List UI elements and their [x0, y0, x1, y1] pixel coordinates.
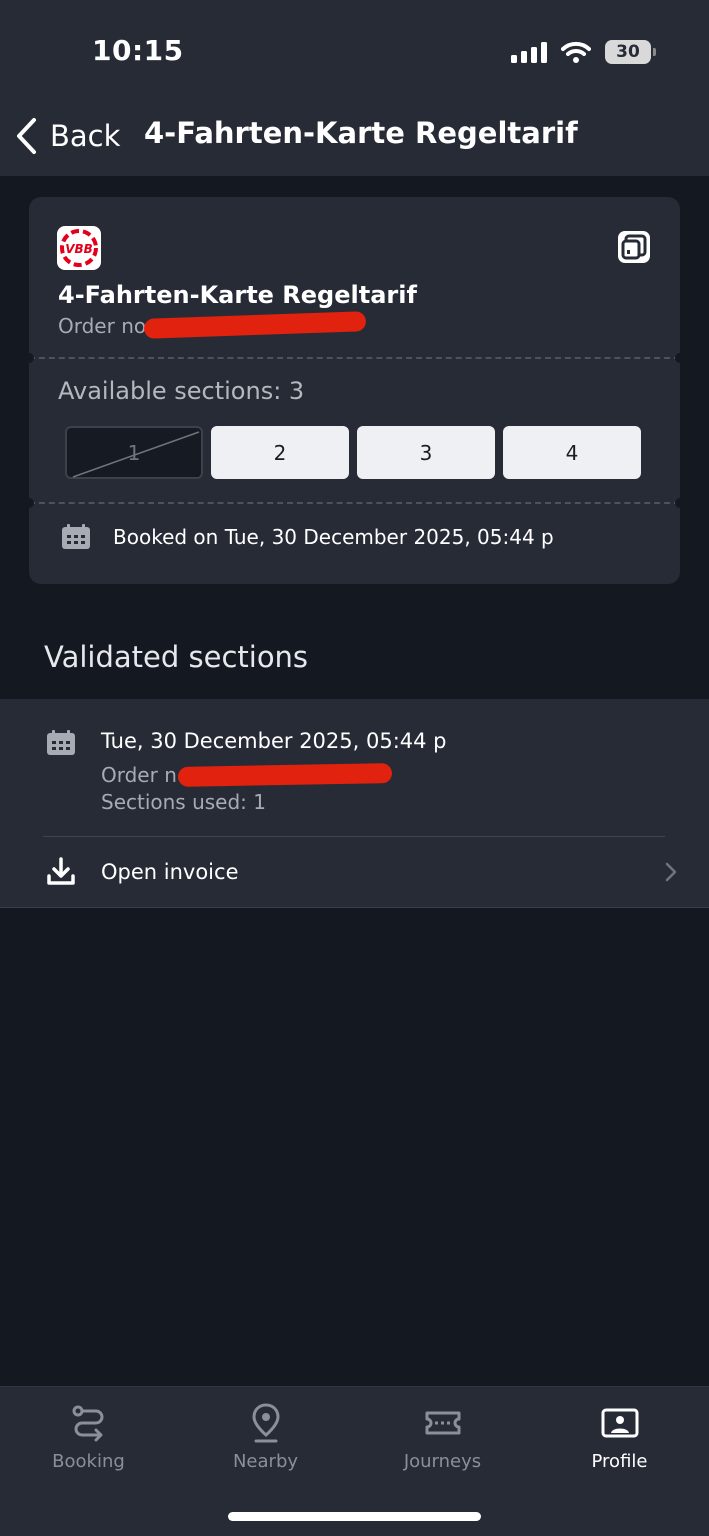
section-box: 1: [65, 426, 203, 479]
tab-label: Booking: [52, 1451, 125, 1472]
available-sections-label: Available sections: 3: [58, 377, 305, 405]
wifi-icon: [561, 41, 591, 63]
dashed-divider: [29, 357, 680, 359]
booked-on-row: Booked on Tue, 30 December 2025, 05:44 p: [61, 524, 554, 550]
back-button[interactable]: Back: [14, 112, 120, 160]
section-number: 2: [273, 440, 287, 465]
tab-label: Journeys: [403, 1451, 482, 1472]
chevron-right-icon: [665, 862, 677, 882]
section-box: 3: [357, 426, 495, 479]
tab-journeys[interactable]: Journeys: [354, 1387, 531, 1487]
tab-label: Profile: [591, 1451, 648, 1472]
page-title: 4-Fahrten-Karte Regeltarif: [144, 116, 578, 150]
status-icons: 30: [511, 38, 656, 66]
profile-card-icon: [601, 1408, 638, 1438]
section-number: 3: [419, 440, 433, 465]
tab-profile[interactable]: Profile: [531, 1387, 708, 1487]
tab-booking[interactable]: Booking: [0, 1387, 177, 1487]
header: 10:15 30 Back 4-Fahrten-Karte Regeltarif: [0, 0, 709, 176]
tab-nearby[interactable]: Nearby: [177, 1387, 354, 1487]
cellular-signal-icon: [511, 41, 547, 63]
order-number: Order no: [58, 314, 147, 338]
redaction-mark: [177, 763, 393, 787]
ticket-icon: [425, 1411, 460, 1435]
vbb-logo: VBB: [57, 226, 101, 270]
route-icon: [72, 1405, 103, 1442]
dashed-divider: [29, 502, 680, 504]
battery-icon: 30: [605, 40, 656, 64]
download-icon: [47, 857, 75, 885]
tab-label: Nearby: [232, 1451, 299, 1472]
status-time: 10:15: [92, 34, 184, 67]
validation-order-number: Order n: [101, 763, 177, 787]
open-invoice-button[interactable]: Open invoice: [0, 837, 709, 907]
section-heading: Validated sections: [44, 640, 309, 674]
validation-date: Tue, 30 December 2025, 05:44 p: [101, 729, 447, 753]
location-pin-icon: [251, 1403, 280, 1443]
booked-on-text: Booked on Tue, 30 December 2025, 05:44 p: [113, 525, 554, 549]
open-invoice-label: Open invoice: [101, 860, 239, 884]
ticket-title: 4-Fahrten-Karte Regeltarif: [58, 281, 417, 309]
section-box: 4: [503, 426, 641, 479]
calendar-icon: [62, 524, 90, 549]
ticket-card: VBB 4-Fahrten-Karte Regeltarif Order no …: [24, 197, 685, 584]
sections-used: Sections used: 1: [101, 790, 266, 814]
redaction-mark: [143, 311, 367, 339]
copy-icon[interactable]: [616, 229, 652, 265]
back-label: Back: [50, 119, 121, 153]
section-number: 4: [565, 440, 579, 465]
calendar-icon: [47, 730, 75, 755]
section-box: 2: [211, 426, 349, 479]
section-strip: 1 2 3 4: [65, 426, 641, 479]
chevron-left-icon: [17, 118, 36, 154]
used-strike-icon: [72, 431, 200, 478]
home-indicator: [228, 1512, 481, 1521]
vbb-logo-text: VBB: [65, 242, 93, 256]
